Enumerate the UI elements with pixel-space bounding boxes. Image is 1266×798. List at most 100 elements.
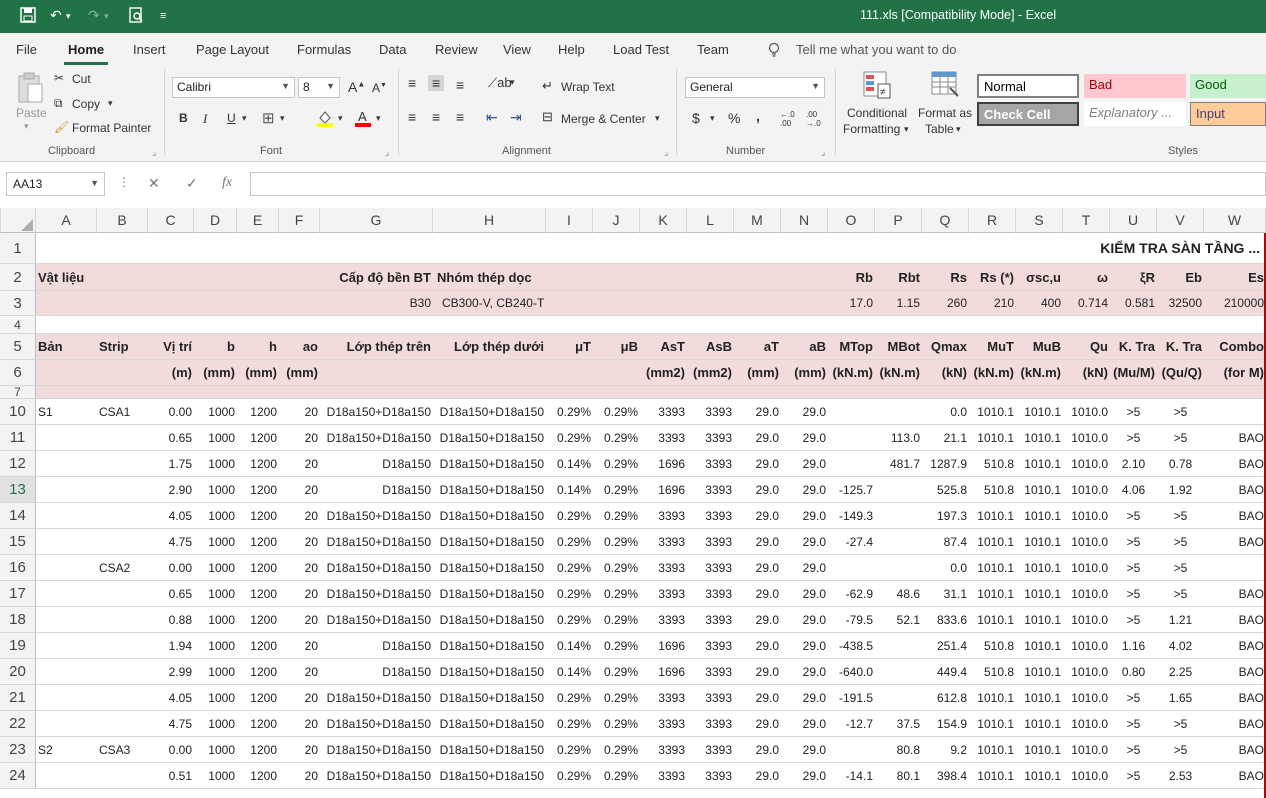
- label-sigma[interactable]: σsc,u: [1016, 264, 1063, 291]
- table-cell[interactable]: 1000: [194, 425, 237, 451]
- table-cell[interactable]: 48.6: [875, 581, 922, 607]
- row-header-21[interactable]: 21: [0, 685, 36, 711]
- table-cell[interactable]: BAO: [1204, 581, 1266, 607]
- row-header-12[interactable]: 12: [0, 451, 36, 477]
- format-painter-button[interactable]: Format Painter: [72, 121, 151, 135]
- table-cell[interactable]: 3393: [640, 529, 687, 555]
- table-cell[interactable]: >5: [1157, 529, 1204, 555]
- table-cell[interactable]: 9.2: [922, 737, 969, 763]
- row-header-1[interactable]: 1: [0, 233, 36, 264]
- table-cell[interactable]: D18a150+D18a150: [433, 633, 546, 659]
- table-cell[interactable]: D18a150+D18a150: [320, 425, 433, 451]
- table-cell[interactable]: 1010.1: [1016, 451, 1063, 477]
- table-cell[interactable]: >5: [1157, 503, 1204, 529]
- table-cell[interactable]: 1.92: [1157, 477, 1204, 503]
- table-cell[interactable]: 0.29%: [546, 399, 593, 425]
- table-cell[interactable]: 29.0: [734, 763, 781, 789]
- table-cell[interactable]: >5: [1110, 555, 1157, 581]
- value-sigma[interactable]: 400: [1016, 291, 1063, 316]
- style-normal[interactable]: Normal: [977, 74, 1079, 98]
- table-cell[interactable]: 29.0: [734, 737, 781, 763]
- merge-dropdown-icon[interactable]: ▾: [655, 113, 660, 124]
- unit-Q[interactable]: (kN): [922, 360, 969, 386]
- table-cell[interactable]: D18a150+D18a150: [320, 581, 433, 607]
- table-cell[interactable]: 0.14%: [546, 477, 593, 503]
- table-cell[interactable]: 3393: [640, 425, 687, 451]
- table-cell[interactable]: CSA1: [97, 399, 148, 425]
- table-cell[interactable]: CSA3: [97, 737, 148, 763]
- table-cell[interactable]: 1010.1: [1016, 607, 1063, 633]
- table-cell[interactable]: 1000: [194, 451, 237, 477]
- fill-color-icon[interactable]: [316, 109, 334, 130]
- cut-icon[interactable]: ✂: [54, 71, 64, 85]
- table-cell[interactable]: 0.00: [148, 399, 194, 425]
- table-cell[interactable]: 1696: [640, 633, 687, 659]
- table-cell[interactable]: 0.65: [148, 581, 194, 607]
- column-header-R[interactable]: R: [969, 208, 1016, 233]
- table-cell[interactable]: 29.0: [781, 659, 828, 685]
- table-cell[interactable]: 0.14%: [546, 451, 593, 477]
- print-preview-icon[interactable]: [128, 7, 144, 26]
- table-cell[interactable]: D18a150+D18a150: [433, 555, 546, 581]
- table-cell[interactable]: D18a150+D18a150: [433, 503, 546, 529]
- table-cell[interactable]: 3393: [687, 503, 734, 529]
- alignment-launcher-icon[interactable]: ⌟: [664, 147, 668, 158]
- row-header-16[interactable]: 16: [0, 555, 36, 581]
- value-Eb[interactable]: 32500: [1157, 291, 1204, 316]
- table-cell[interactable]: 1010.1: [969, 737, 1016, 763]
- table-cell[interactable]: 29.0: [734, 633, 781, 659]
- header-U[interactable]: K. Tra: [1110, 334, 1157, 360]
- format-as-table-line1[interactable]: Format as: [918, 106, 972, 120]
- row-header-13[interactable]: 13: [0, 477, 36, 503]
- table-cell[interactable]: 0.29%: [546, 763, 593, 789]
- column-header-M[interactable]: M: [734, 208, 781, 233]
- label-Rs[interactable]: Rs: [922, 264, 969, 291]
- table-cell[interactable]: 0.29%: [546, 737, 593, 763]
- tab-data[interactable]: Data: [379, 42, 406, 57]
- table-cell[interactable]: 0.0: [922, 399, 969, 425]
- column-header-K[interactable]: K: [640, 208, 687, 233]
- table-cell[interactable]: 1000: [194, 685, 237, 711]
- customize-qat-icon[interactable]: ≡: [160, 10, 166, 22]
- table-cell[interactable]: 1010.1: [1016, 529, 1063, 555]
- table-cell[interactable]: 481.7: [875, 451, 922, 477]
- table-cell[interactable]: 4.75: [148, 711, 194, 737]
- increase-font-icon[interactable]: A▲: [348, 79, 365, 95]
- table-cell[interactable]: 3393: [687, 659, 734, 685]
- unit-N[interactable]: (mm): [781, 360, 828, 386]
- table-cell[interactable]: D18a150+D18a150: [433, 581, 546, 607]
- header-L[interactable]: AsB: [687, 334, 734, 360]
- undo-dropdown-icon[interactable]: ▾: [66, 11, 71, 22]
- style-bad[interactable]: Bad: [1084, 74, 1186, 98]
- unit-E[interactable]: (mm): [237, 360, 279, 386]
- align-left-icon[interactable]: ≡: [408, 109, 416, 125]
- table-cell[interactable]: >5: [1157, 737, 1204, 763]
- table-cell[interactable]: 510.8: [969, 477, 1016, 503]
- table-cell[interactable]: 0.00: [148, 555, 194, 581]
- table-cell[interactable]: 2.25: [1157, 659, 1204, 685]
- table-cell[interactable]: 3393: [640, 581, 687, 607]
- label-omega[interactable]: ω: [1063, 264, 1110, 291]
- table-cell[interactable]: 1000: [194, 659, 237, 685]
- table-cell[interactable]: 1010.0: [1063, 399, 1110, 425]
- font-color-icon[interactable]: A: [354, 109, 372, 130]
- unit-M[interactable]: (mm): [734, 360, 781, 386]
- header-F[interactable]: ao: [279, 334, 320, 360]
- table-cell[interactable]: 2.53: [1157, 763, 1204, 789]
- table-cell[interactable]: 1010.1: [1016, 659, 1063, 685]
- header-G[interactable]: Lớp thép trên: [320, 334, 433, 360]
- table-cell[interactable]: 0.00: [148, 737, 194, 763]
- header-A[interactable]: Bản: [36, 334, 97, 360]
- table-cell[interactable]: BAO: [1204, 711, 1266, 737]
- table-cell[interactable]: 0.29%: [593, 555, 640, 581]
- table-cell[interactable]: 525.8: [922, 477, 969, 503]
- table-cell[interactable]: BAO: [1204, 425, 1266, 451]
- table-cell[interactable]: 29.0: [734, 685, 781, 711]
- table-cell[interactable]: 1010.1: [1016, 633, 1063, 659]
- table-cell[interactable]: -149.3: [828, 503, 875, 529]
- label-xi[interactable]: ξR: [1110, 264, 1157, 291]
- select-all-corner[interactable]: [0, 208, 36, 233]
- table-cell[interactable]: 1010.0: [1063, 685, 1110, 711]
- table-cell[interactable]: 1000: [194, 555, 237, 581]
- header-E[interactable]: h: [237, 334, 279, 360]
